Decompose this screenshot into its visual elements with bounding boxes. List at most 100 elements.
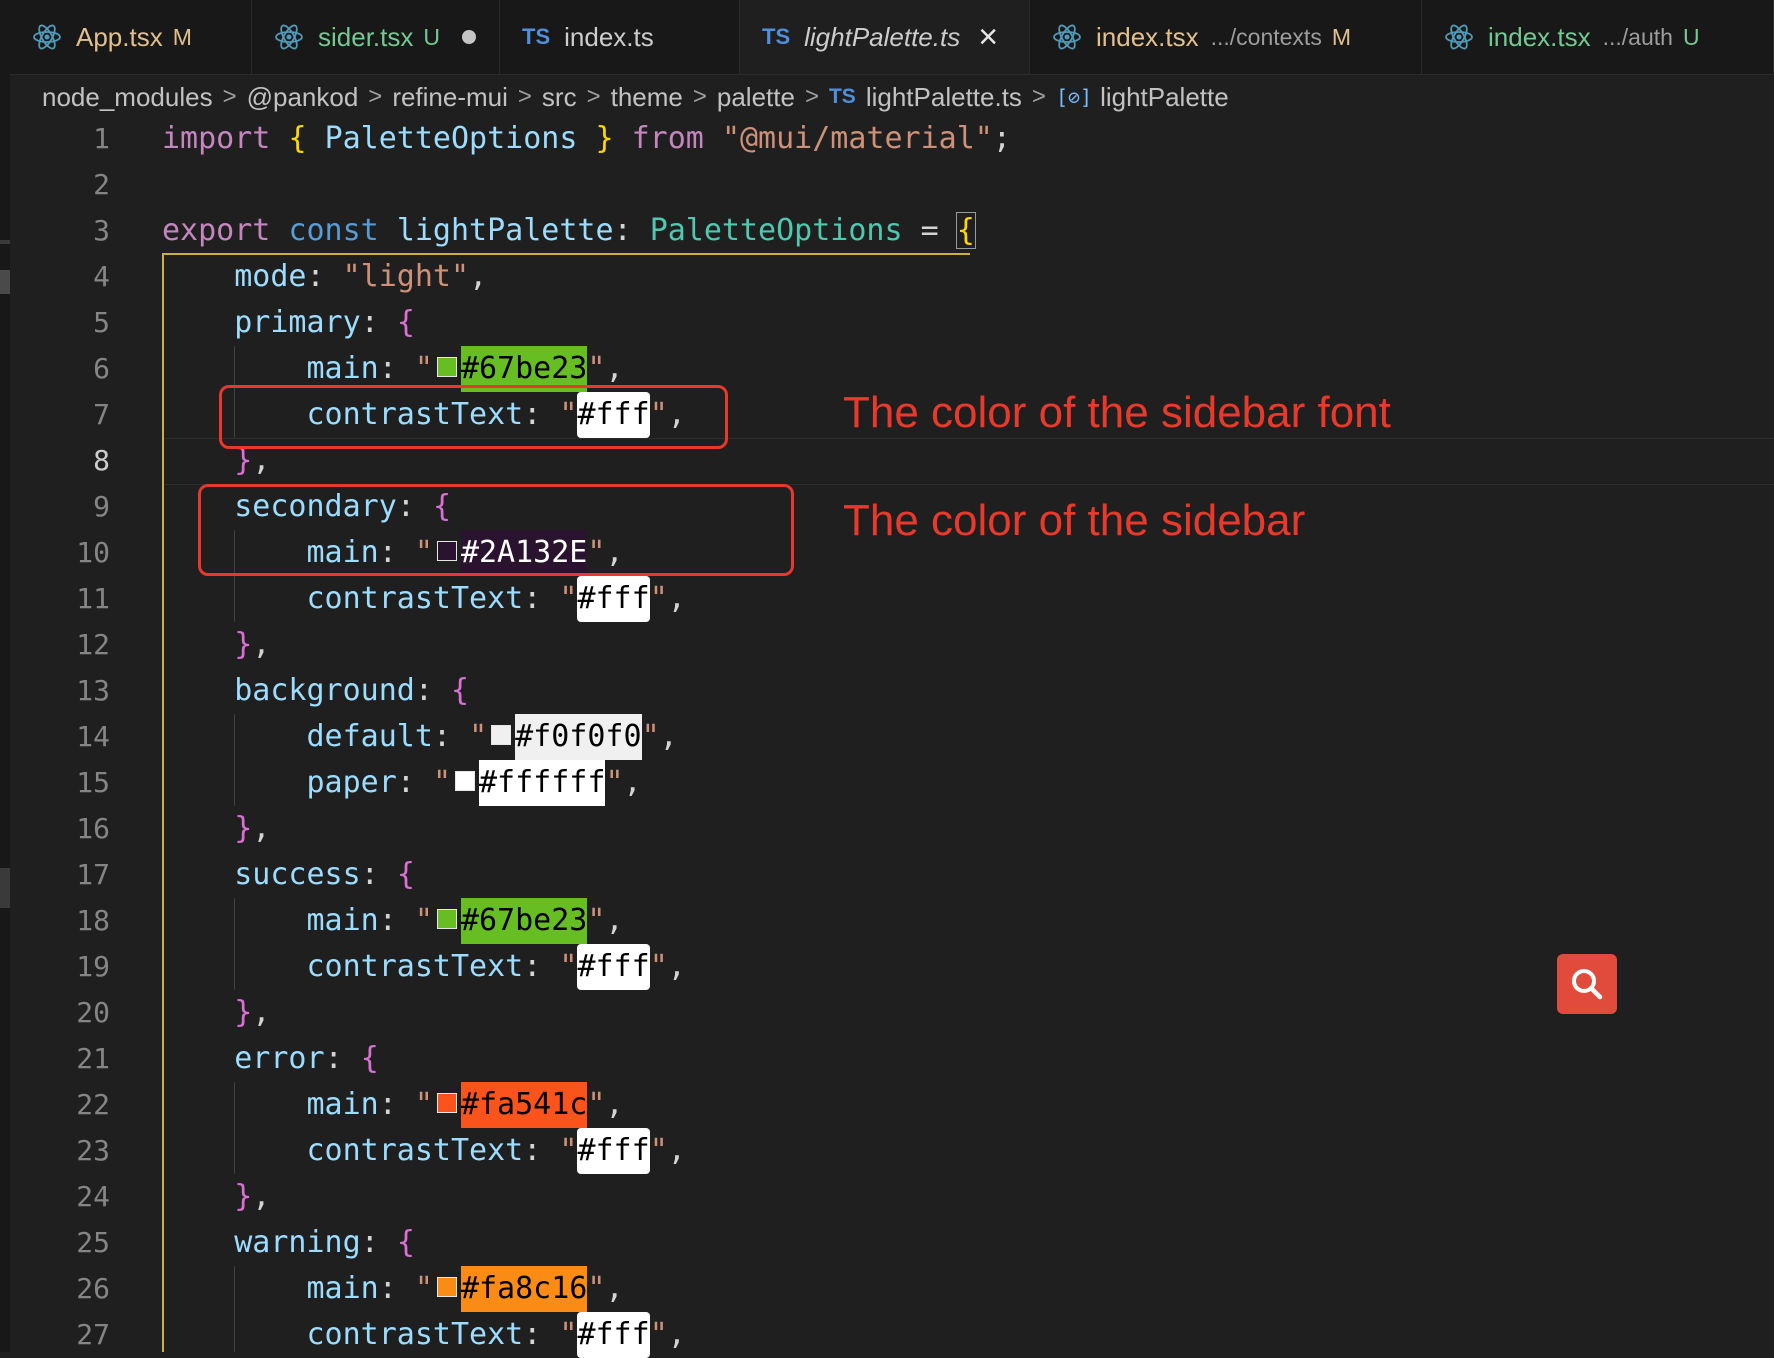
code-line: 13 background: { [10,668,1774,714]
chevron-right-icon: > [692,83,707,110]
react-icon [1053,24,1081,50]
typescript-icon: TS [522,24,551,49]
code-text: export const lightPalette: PaletteOption… [162,212,976,249]
breadcrumb-item[interactable]: lightPalette.ts [866,82,1022,113]
breadcrumb: node_modules > @pankod > refine-mui > sr… [42,78,1229,116]
code-text: main: " #fa8c16", [162,1266,624,1312]
line-number: 1 [93,122,110,155]
annotation-box-sidebar [198,484,794,576]
color-swatch[interactable] [436,356,457,377]
color-swatch[interactable] [491,724,512,745]
code-line: 4 mode: "light", [10,254,1774,300]
code-text: paper: " #ffffff", [162,760,642,806]
line-number: 27 [76,1318,110,1351]
annotation-box-sidebar-font [219,385,728,449]
react-icon [33,24,61,50]
line-number: 21 [76,1042,110,1075]
annotation-sidebar: The color of the sidebar [843,496,1306,545]
code-text: error: { [234,1041,379,1076]
close-icon[interactable]: × [978,20,998,54]
code-line: 20 }, [10,990,1774,1036]
chevron-right-icon: > [586,83,601,110]
code-text: success: { [234,857,415,892]
code-line: 15 paper: " #ffffff", [10,760,1774,806]
breadcrumb-item[interactable]: lightPalette [1100,82,1229,113]
line-number: 13 [76,674,110,707]
react-icon [275,24,303,50]
tab-index-tsx-contexts[interactable]: index.tsx .../contexts M [1030,0,1422,74]
tab-description: .../contexts [1210,23,1322,50]
activity-edge [0,0,10,1352]
tab-label: sider.tsx [318,21,414,52]
code-line: 11 contrastText: "#fff", [10,576,1774,622]
line-number: 22 [76,1088,110,1121]
tab-sider-tsx[interactable]: sider.tsx U [252,0,500,74]
line-number: 16 [76,812,110,845]
code-line: 1 import { PaletteOptions } from "@mui/m… [10,116,1774,162]
code-line: 16 }, [10,806,1774,852]
line-number: 3 [93,214,110,247]
line-number: 18 [76,904,110,937]
code-line: 5 primary: { [10,300,1774,346]
line-number: 26 [76,1272,110,1305]
tab-label: index.tsx [1096,21,1199,52]
line-number: 8 [93,444,110,477]
breadcrumb-item[interactable]: node_modules [42,82,213,113]
line-number: 14 [76,720,110,753]
tab-index-tsx-auth[interactable]: index.tsx .../auth U [1422,0,1774,74]
code-text: mode: "light", [234,259,488,294]
breadcrumb-item[interactable]: @pankod [247,82,359,113]
edge-marker [0,270,10,294]
code-text: main: " #67be23", [162,898,624,944]
line-number: 4 [93,260,110,293]
code-text: contrastText: "#fff", [162,576,686,622]
code-text: }, [234,627,271,662]
color-swatch[interactable] [436,908,457,929]
line-number: 19 [76,950,110,983]
code-text: primary: { [234,305,415,340]
code-text: contrastText: "#fff", [162,1128,686,1174]
code-text: }, [234,995,271,1030]
unsaved-dot-icon[interactable] [462,30,476,44]
breadcrumb-item[interactable]: theme [611,82,683,113]
line-number: 24 [76,1180,110,1213]
code-line: 3 export const lightPalette: PaletteOpti… [10,208,1774,254]
line-number: 10 [76,536,110,569]
annotation-sidebar-font: The color of the sidebar font [843,388,1391,437]
tab-git-status: U [423,23,440,50]
breadcrumb-item[interactable]: palette [717,82,795,113]
edge-marker [0,240,10,244]
line-number: 9 [93,490,110,523]
code-line: 14 default: " #f0f0f0", [10,714,1774,760]
code-line: 27 contrastText: "#fff", [10,1312,1774,1358]
code-line: 12 }, [10,622,1774,668]
tab-lightpalette-ts[interactable]: TS lightPalette.ts × [740,0,1030,74]
color-swatch[interactable] [436,1092,457,1113]
search-icon [1572,969,1603,1000]
tab-label: App.tsx [76,21,163,52]
code-line: 26 main: " #fa8c16", [10,1266,1774,1312]
color-swatch[interactable] [455,770,475,791]
line-number: 15 [76,766,110,799]
tab-git-status: M [1331,23,1351,50]
tab-app-tsx[interactable]: App.tsx M [10,0,252,74]
code-line: 23 contrastText: "#fff", [10,1128,1774,1174]
color-swatch[interactable] [436,1276,457,1297]
code-text: import { PaletteOptions } from "@mui/mat… [162,121,1011,156]
tab-label: lightPalette.ts [804,21,961,52]
line-number: 5 [93,306,110,339]
code-line: 25 warning: { [10,1220,1774,1266]
code-text: contrastText: "#fff", [162,944,686,990]
tab-git-status: M [172,23,192,50]
chevron-right-icon: > [368,83,383,110]
breadcrumb-item[interactable]: refine-mui [392,82,508,113]
tab-index-ts[interactable]: TS index.ts [500,0,740,74]
code-line: 17 success: { [10,852,1774,898]
code-line: 2 [10,162,1774,208]
code-editor[interactable]: 1 import { PaletteOptions } from "@mui/m… [10,116,1774,1358]
line-number: 12 [76,628,110,661]
tab-label: index.ts [564,21,654,52]
breadcrumb-item[interactable]: src [542,82,577,113]
editor-tab-bar: App.tsx M sider.tsx U TS index.ts TS lig… [10,0,1774,75]
search-button[interactable] [1557,954,1617,1014]
